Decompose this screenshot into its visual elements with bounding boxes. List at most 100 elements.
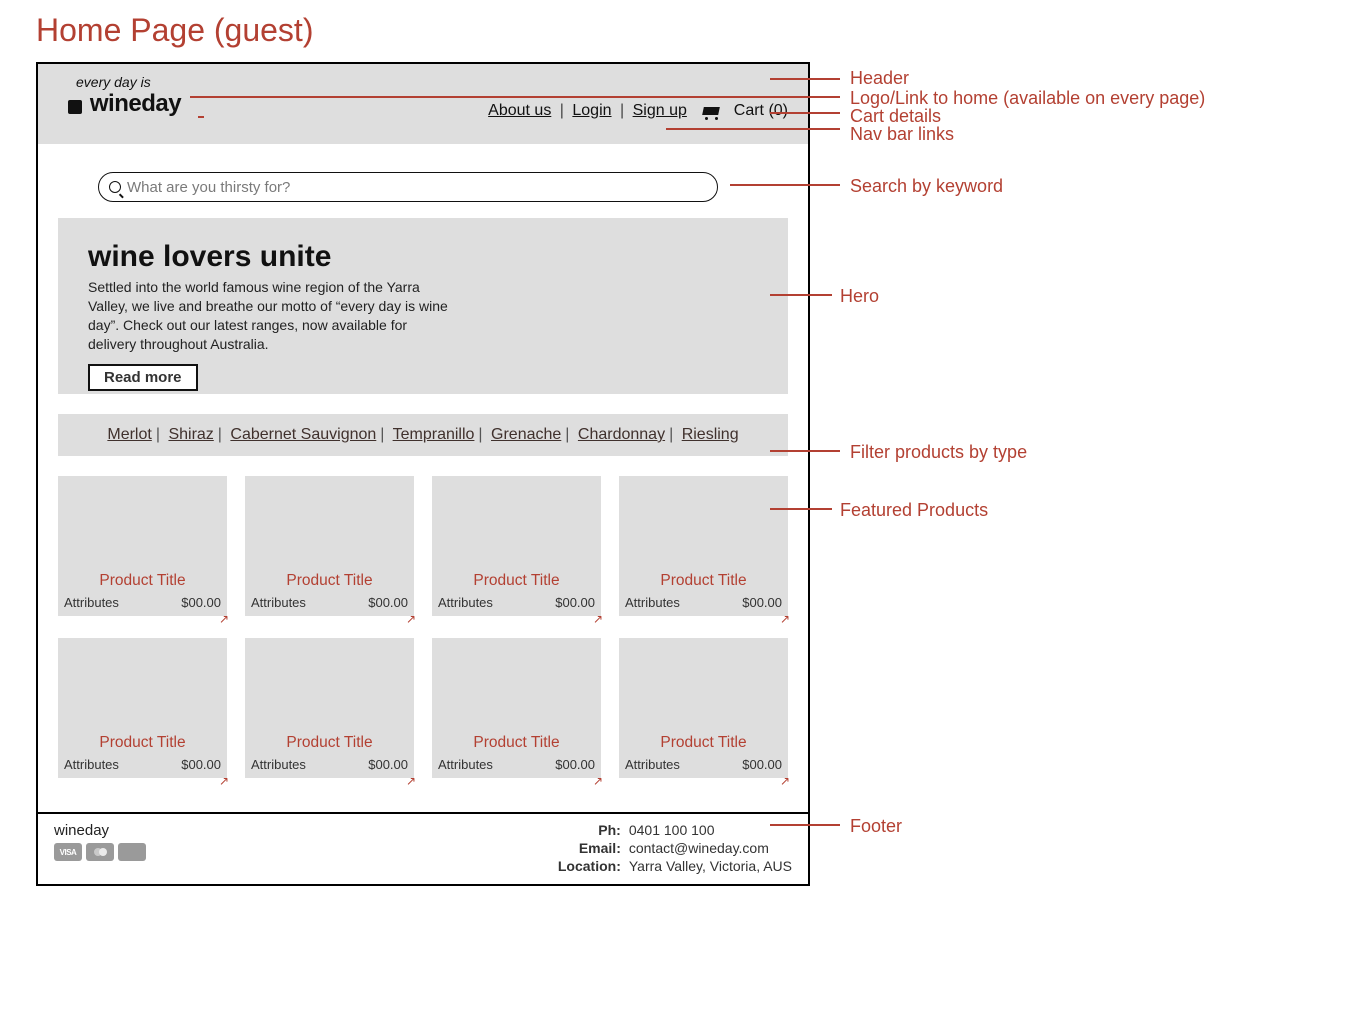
- link-arrow-icon: ↗: [219, 774, 229, 788]
- product-title: Product Title: [432, 572, 601, 590]
- link-arrow-icon: ↗: [593, 612, 603, 626]
- search-input[interactable]: [127, 179, 707, 196]
- product-attributes: Attributes: [64, 595, 119, 610]
- link-arrow-icon: ↗: [406, 612, 416, 626]
- page-title: Home Page (guest): [36, 12, 313, 49]
- nav-separator: |: [560, 102, 564, 119]
- filter-link[interactable]: Cabernet Sauvignon: [230, 426, 376, 443]
- product-attributes: Attributes: [625, 595, 680, 610]
- annotation-line: [770, 508, 832, 510]
- link-arrow-icon: ↗: [780, 774, 790, 788]
- hero-heading: wine lovers unite: [88, 240, 758, 274]
- product-card[interactable]: Product Title Attributes $00.00 ↗: [432, 638, 601, 778]
- product-title: Product Title: [245, 734, 414, 752]
- footer-ph-value: 0401 100 100: [629, 822, 792, 838]
- footer-email-label: Email:: [558, 840, 621, 856]
- link-arrow-icon: ↗: [780, 612, 790, 626]
- annotation-footer: Footer: [850, 816, 902, 837]
- link-indicator-icon: [198, 116, 204, 118]
- product-price: $00.00: [555, 595, 595, 610]
- product-attributes: Attributes: [251, 757, 306, 772]
- link-arrow-icon: ↗: [593, 774, 603, 788]
- filter-link[interactable]: Merlot: [107, 426, 151, 443]
- product-card[interactable]: Product Title Attributes $00.00 ↗: [58, 476, 227, 616]
- annotation-line: [770, 450, 840, 452]
- product-price: $00.00: [742, 595, 782, 610]
- link-arrow-icon: ↗: [406, 774, 416, 788]
- footer-email-value: contact@wineday.com: [629, 840, 792, 856]
- search-field[interactable]: [98, 172, 718, 202]
- nav-separator: |: [620, 102, 624, 119]
- payment-icons: VISA: [54, 843, 146, 861]
- product-title: Product Title: [619, 734, 788, 752]
- link-arrow-icon: ↗: [219, 612, 229, 626]
- product-price: $00.00: [368, 595, 408, 610]
- annotation-line: [770, 294, 832, 296]
- product-attributes: Attributes: [64, 757, 119, 772]
- visa-icon: VISA: [54, 843, 82, 861]
- filter-link[interactable]: Grenache: [491, 426, 561, 443]
- product-attributes: Attributes: [625, 757, 680, 772]
- footer-location-value: Yarra Valley, Victoria, AUS: [629, 858, 792, 874]
- product-grid: Product Title Attributes $00.00 ↗ Produc…: [58, 476, 788, 778]
- footer-ph-label: Ph:: [558, 822, 621, 838]
- logo-square-icon: [68, 100, 82, 114]
- search-section: [38, 144, 808, 218]
- product-price: $00.00: [742, 757, 782, 772]
- product-attributes: Attributes: [438, 757, 493, 772]
- product-title: Product Title: [58, 572, 227, 590]
- cart-link[interactable]: Cart (0): [734, 102, 788, 119]
- hero-body: Settled into the world famous wine regio…: [88, 278, 458, 354]
- product-title: Product Title: [432, 734, 601, 752]
- annotation-navlinks: Nav bar links: [850, 124, 954, 145]
- annotation-header: Header: [850, 68, 909, 89]
- amex-icon: [118, 843, 146, 861]
- cart-icon[interactable]: [701, 103, 723, 119]
- annotation-hero: Hero: [840, 286, 879, 307]
- product-price: $00.00: [555, 757, 595, 772]
- nav-about-link[interactable]: About us: [488, 102, 551, 119]
- filter-link[interactable]: Chardonnay: [578, 426, 665, 443]
- annotation-line: [190, 96, 840, 98]
- product-title: Product Title: [58, 734, 227, 752]
- product-card[interactable]: Product Title Attributes $00.00 ↗: [245, 638, 414, 778]
- annotation-line: [770, 824, 840, 826]
- filter-bar: Merlot| Shiraz| Cabernet Sauvignon| Temp…: [58, 414, 788, 456]
- filter-link[interactable]: Tempranillo: [393, 426, 475, 443]
- footer: wineday VISA Ph: 0401 100 100 Email: con…: [38, 812, 808, 884]
- logo-tagline: every day is: [76, 74, 788, 90]
- product-price: $00.00: [181, 595, 221, 610]
- product-card[interactable]: Product Title Attributes $00.00 ↗: [245, 476, 414, 616]
- filter-link[interactable]: Shiraz: [168, 426, 213, 443]
- product-attributes: Attributes: [251, 595, 306, 610]
- annotation-filters: Filter products by type: [850, 442, 1027, 463]
- annotation-line: [730, 184, 840, 186]
- nav-bar: About us | Login | Sign up Cart (0): [488, 102, 788, 120]
- product-price: $00.00: [368, 757, 408, 772]
- annotation-search: Search by keyword: [850, 176, 1003, 197]
- footer-brand: wineday: [54, 822, 146, 839]
- annotation-line: [770, 78, 840, 80]
- annotation-products: Featured Products: [840, 500, 988, 521]
- wireframe-frame: every day is wineday About us | Login | …: [36, 62, 810, 886]
- product-card[interactable]: Product Title Attributes $00.00 ↗: [58, 638, 227, 778]
- mastercard-icon: [86, 843, 114, 861]
- header: every day is wineday About us | Login | …: [38, 64, 808, 144]
- product-card[interactable]: Product Title Attributes $00.00 ↗: [619, 638, 788, 778]
- product-card[interactable]: Product Title Attributes $00.00 ↗: [619, 476, 788, 616]
- nav-signup-link[interactable]: Sign up: [633, 102, 687, 119]
- product-attributes: Attributes: [438, 595, 493, 610]
- product-price: $00.00: [181, 757, 221, 772]
- logo-wordmark: wineday: [90, 90, 181, 117]
- filter-link[interactable]: Riesling: [682, 426, 739, 443]
- footer-location-label: Location:: [558, 858, 621, 874]
- hero: wine lovers unite Settled into the world…: [58, 218, 788, 394]
- annotation-line: [666, 128, 840, 130]
- product-title: Product Title: [619, 572, 788, 590]
- nav-login-link[interactable]: Login: [572, 102, 611, 119]
- search-icon: [109, 181, 121, 193]
- annotation-line: [770, 112, 840, 114]
- product-title: Product Title: [245, 572, 414, 590]
- product-card[interactable]: Product Title Attributes $00.00 ↗: [432, 476, 601, 616]
- hero-read-more-button[interactable]: Read more: [88, 364, 198, 391]
